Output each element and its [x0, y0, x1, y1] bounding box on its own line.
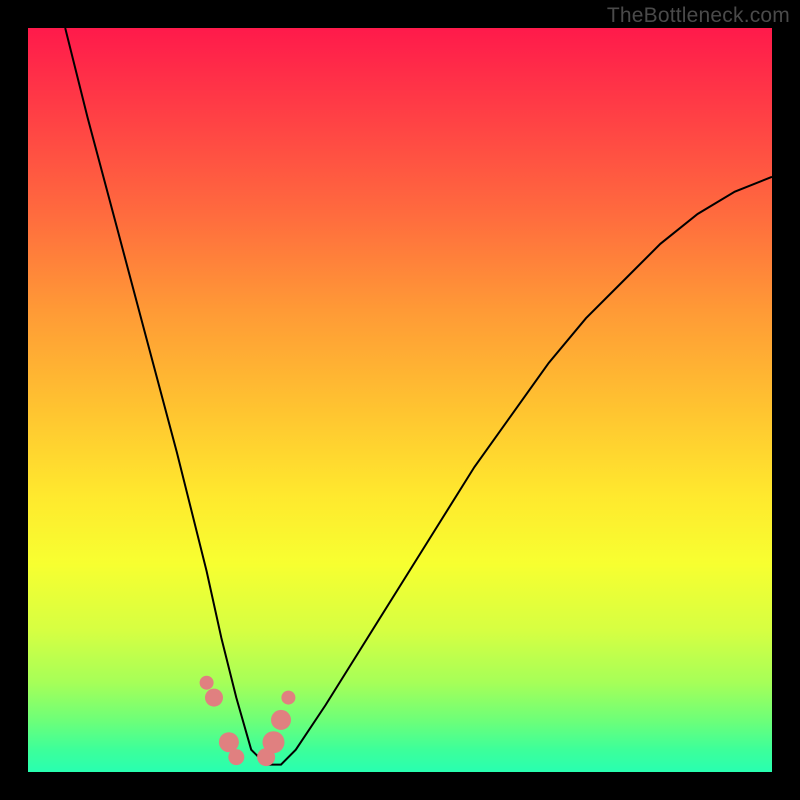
- plot-area: [28, 28, 772, 772]
- bottleneck-curve: [65, 28, 772, 765]
- chart-svg: [28, 28, 772, 772]
- marker-point: [263, 731, 285, 753]
- outer-frame: TheBottleneck.com: [0, 0, 800, 800]
- marker-group: [200, 676, 296, 766]
- marker-point: [205, 689, 223, 707]
- marker-point: [200, 676, 214, 690]
- marker-point: [228, 749, 244, 765]
- marker-point: [281, 691, 295, 705]
- watermark-text: TheBottleneck.com: [607, 4, 790, 28]
- marker-point: [271, 710, 291, 730]
